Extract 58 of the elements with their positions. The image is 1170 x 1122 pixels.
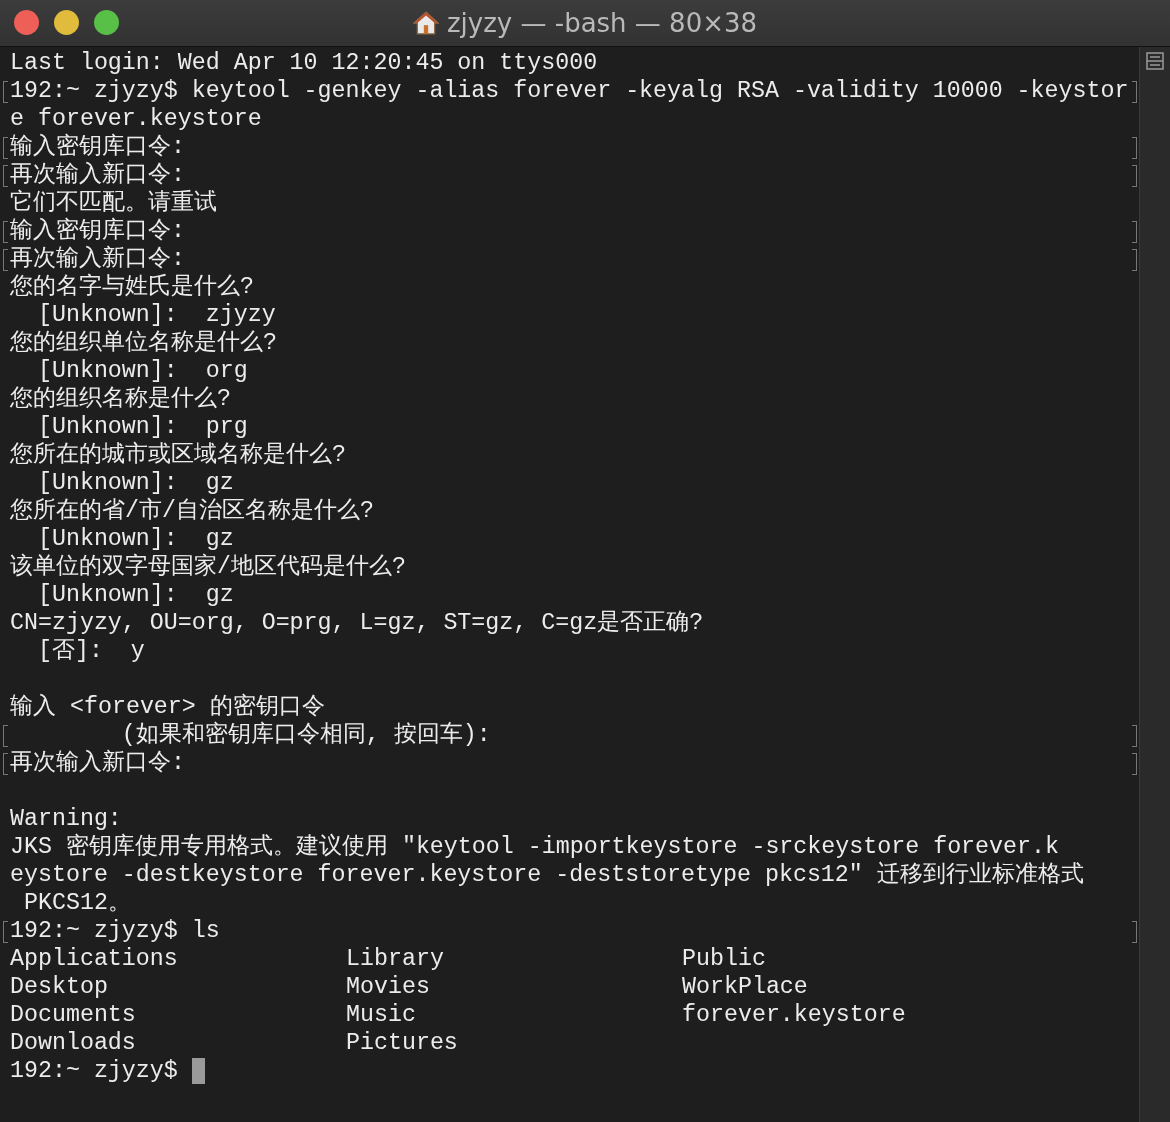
- line-mark: [1132, 221, 1137, 243]
- scrollbar[interactable]: [1139, 47, 1170, 1122]
- terminal-line: 再次输入新口令:: [10, 749, 185, 777]
- close-icon[interactable]: [14, 10, 39, 35]
- file-name: Downloads: [10, 1029, 137, 1057]
- terminal-line: CN=zjyzy, OU=org, O=prg, L=gz, ST=gz, C=gz是否正确?: [10, 609, 704, 637]
- line-mark: [1132, 725, 1137, 747]
- terminal-line: [Unknown]: gz: [36, 469, 234, 497]
- file-name: WorkPlace: [682, 973, 809, 1001]
- terminal-line: [Unknown]: org: [36, 357, 248, 385]
- file-name: forever.keystore: [682, 1001, 907, 1029]
- terminal-line: 再次输入新口令:: [10, 161, 185, 189]
- terminal-line: [Unknown]: gz: [36, 525, 234, 553]
- terminal-line: 您的组织单位名称是什么?: [10, 329, 277, 357]
- terminal-line: 您的组织名称是什么?: [10, 385, 231, 413]
- zoom-icon[interactable]: [94, 10, 119, 35]
- terminal-line: 您所在的城市或区域名称是什么?: [10, 441, 346, 469]
- terminal-line: Last login: Wed Apr 10 12:20:45 on ttys000: [10, 49, 598, 77]
- terminal-prompt: 192:~ zjyzy$: [10, 1057, 179, 1085]
- terminal-line: eystore -destkeystore forever.keystore -deststoretype pkcs12" 迁移到行业标准格式: [10, 861, 1084, 889]
- file-name: Documents: [10, 1001, 137, 1029]
- file-name: Public: [682, 945, 767, 973]
- house-icon: [412, 10, 439, 36]
- file-name: Music: [346, 1001, 417, 1029]
- file-name: Applications: [10, 945, 179, 973]
- terminal-line: 输入密钥库口令:: [10, 133, 185, 161]
- terminal-line: 它们不匹配。请重试: [10, 189, 217, 217]
- terminal-line: e forever.keystore: [10, 105, 262, 133]
- line-mark: [1132, 81, 1137, 103]
- line-mark: [1132, 753, 1137, 775]
- terminal-line: [否]: y: [36, 637, 145, 665]
- terminal-line: 192:~ zjyzy$ keytool -genkey -alias forever -keyalg RSA -validity 10000 -keystor: [10, 77, 1129, 105]
- terminal-line: [Unknown]: zjyzy: [36, 301, 276, 329]
- terminal-line: [Unknown]: prg: [36, 413, 248, 441]
- line-mark: [1132, 137, 1137, 159]
- window-title: zjyzy — -bash — 80×38: [446, 8, 758, 38]
- line-mark: [1132, 249, 1137, 271]
- text-cursor: [191, 1058, 205, 1084]
- file-name: Library: [346, 945, 445, 973]
- line-mark: [1132, 921, 1137, 943]
- split-pane-icon[interactable]: [1145, 51, 1165, 71]
- terminal-line: 您的名字与姓氏是什么?: [10, 273, 254, 301]
- terminal-line: 192:~ zjyzy$ ls: [10, 917, 220, 945]
- minimize-icon[interactable]: [54, 10, 79, 35]
- terminal-line: JKS 密钥库使用专用格式。建议使用 "keytool -importkeystore -srckeystore forever.k: [10, 833, 1059, 861]
- terminal-line: 再次输入新口令:: [10, 245, 185, 273]
- file-name: Pictures: [346, 1029, 459, 1057]
- terminal-line: PKCS12。: [22, 889, 131, 917]
- terminal-line: Warning:: [10, 805, 122, 833]
- terminal-line: [Unknown]: gz: [36, 581, 234, 609]
- line-mark: [1132, 165, 1137, 187]
- terminal-line: 该单位的双字母国家/地区代码是什么?: [10, 553, 406, 581]
- terminal-line: 输入密钥库口令:: [10, 217, 185, 245]
- terminal-line: (如果和密钥库口令相同, 按回车):: [120, 721, 491, 749]
- file-name: Desktop: [10, 973, 109, 1001]
- terminal-line: 您所在的省/市/自治区名称是什么?: [10, 497, 374, 525]
- file-name: Movies: [346, 973, 431, 1001]
- terminal-line: 输入 <forever> 的密钥口令: [10, 693, 325, 721]
